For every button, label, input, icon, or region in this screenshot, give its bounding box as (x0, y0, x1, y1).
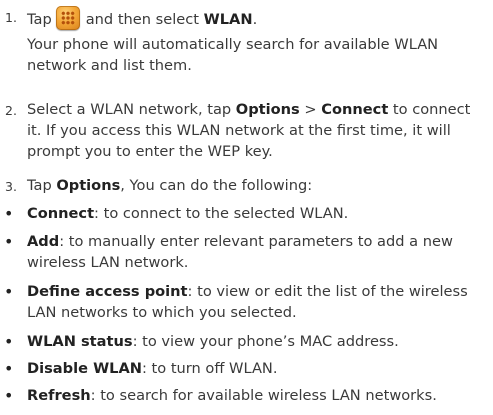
bullet-icon: • (4, 359, 14, 378)
bullet-text: Disable WLAN: to turn off WLAN. (27, 358, 486, 379)
connect-term: Connect (321, 101, 389, 118)
bullet-text: Add: to manually enter relevant paramete… (27, 231, 486, 273)
bullet-icon: • (4, 282, 14, 301)
step-number: 1. (5, 10, 17, 25)
bullet-icon: • (4, 204, 14, 223)
bullet-text: Define access point: to view or edit the… (27, 281, 486, 323)
step-number: 3. (5, 179, 17, 194)
bullet-term: Define access point (27, 283, 188, 300)
step-3: 3. Tap Options, You can do the following… (0, 175, 490, 197)
apps-grid-icon (55, 6, 80, 30)
step-number: 2. (5, 103, 17, 118)
step-text-pre: Tap (27, 11, 52, 28)
options-term: Options (56, 177, 121, 194)
bullet-icon: • (4, 232, 14, 251)
bullet-icon: • (4, 386, 14, 405)
bullet-desc: : to manually enter relevant parameters … (27, 233, 453, 271)
step-detail: Your phone will automatically search for… (27, 36, 439, 74)
step-2: 2. Select a WLAN network, tap Options > … (0, 99, 490, 164)
step-1: 1. Tap and then select WLAN. Your phone w… (0, 6, 490, 88)
bullet-desc: : to search for available wireless LAN n… (90, 387, 437, 404)
bullet-term: Refresh (27, 387, 91, 404)
bullet-desc: : to view your phone’s MAC address. (132, 333, 399, 350)
bullet-text: WLAN status: to view your phone’s MAC ad… (27, 331, 486, 352)
bullet-icon: • (4, 332, 14, 351)
bullet-term: WLAN status (27, 333, 133, 350)
step-text: Tap Options, You can do the following: (27, 177, 313, 194)
step-text-end: . (252, 11, 258, 28)
bullet-term: Add (27, 233, 60, 250)
step-text-post: and then select (85, 11, 200, 28)
wlan-term: WLAN (203, 11, 253, 28)
bullet-text: Refresh: to search for available wireles… (27, 385, 486, 406)
bullet-term: Connect (27, 205, 95, 222)
bullet-text: Connect: to connect to the selected WLAN… (27, 203, 486, 224)
bullet-term: Disable WLAN (27, 360, 142, 377)
instruction-page: 1. Tap and then select WLAN. Your phone w… (0, 0, 493, 415)
bullet-desc: : to turn off WLAN. (141, 360, 278, 377)
step-text: Tap and then select WLAN. (27, 6, 486, 30)
options-term: Options (235, 101, 300, 118)
bullet-desc: : to connect to the selected WLAN. (94, 205, 349, 222)
step-text: Select a WLAN network, tap Options > Con… (27, 101, 471, 160)
